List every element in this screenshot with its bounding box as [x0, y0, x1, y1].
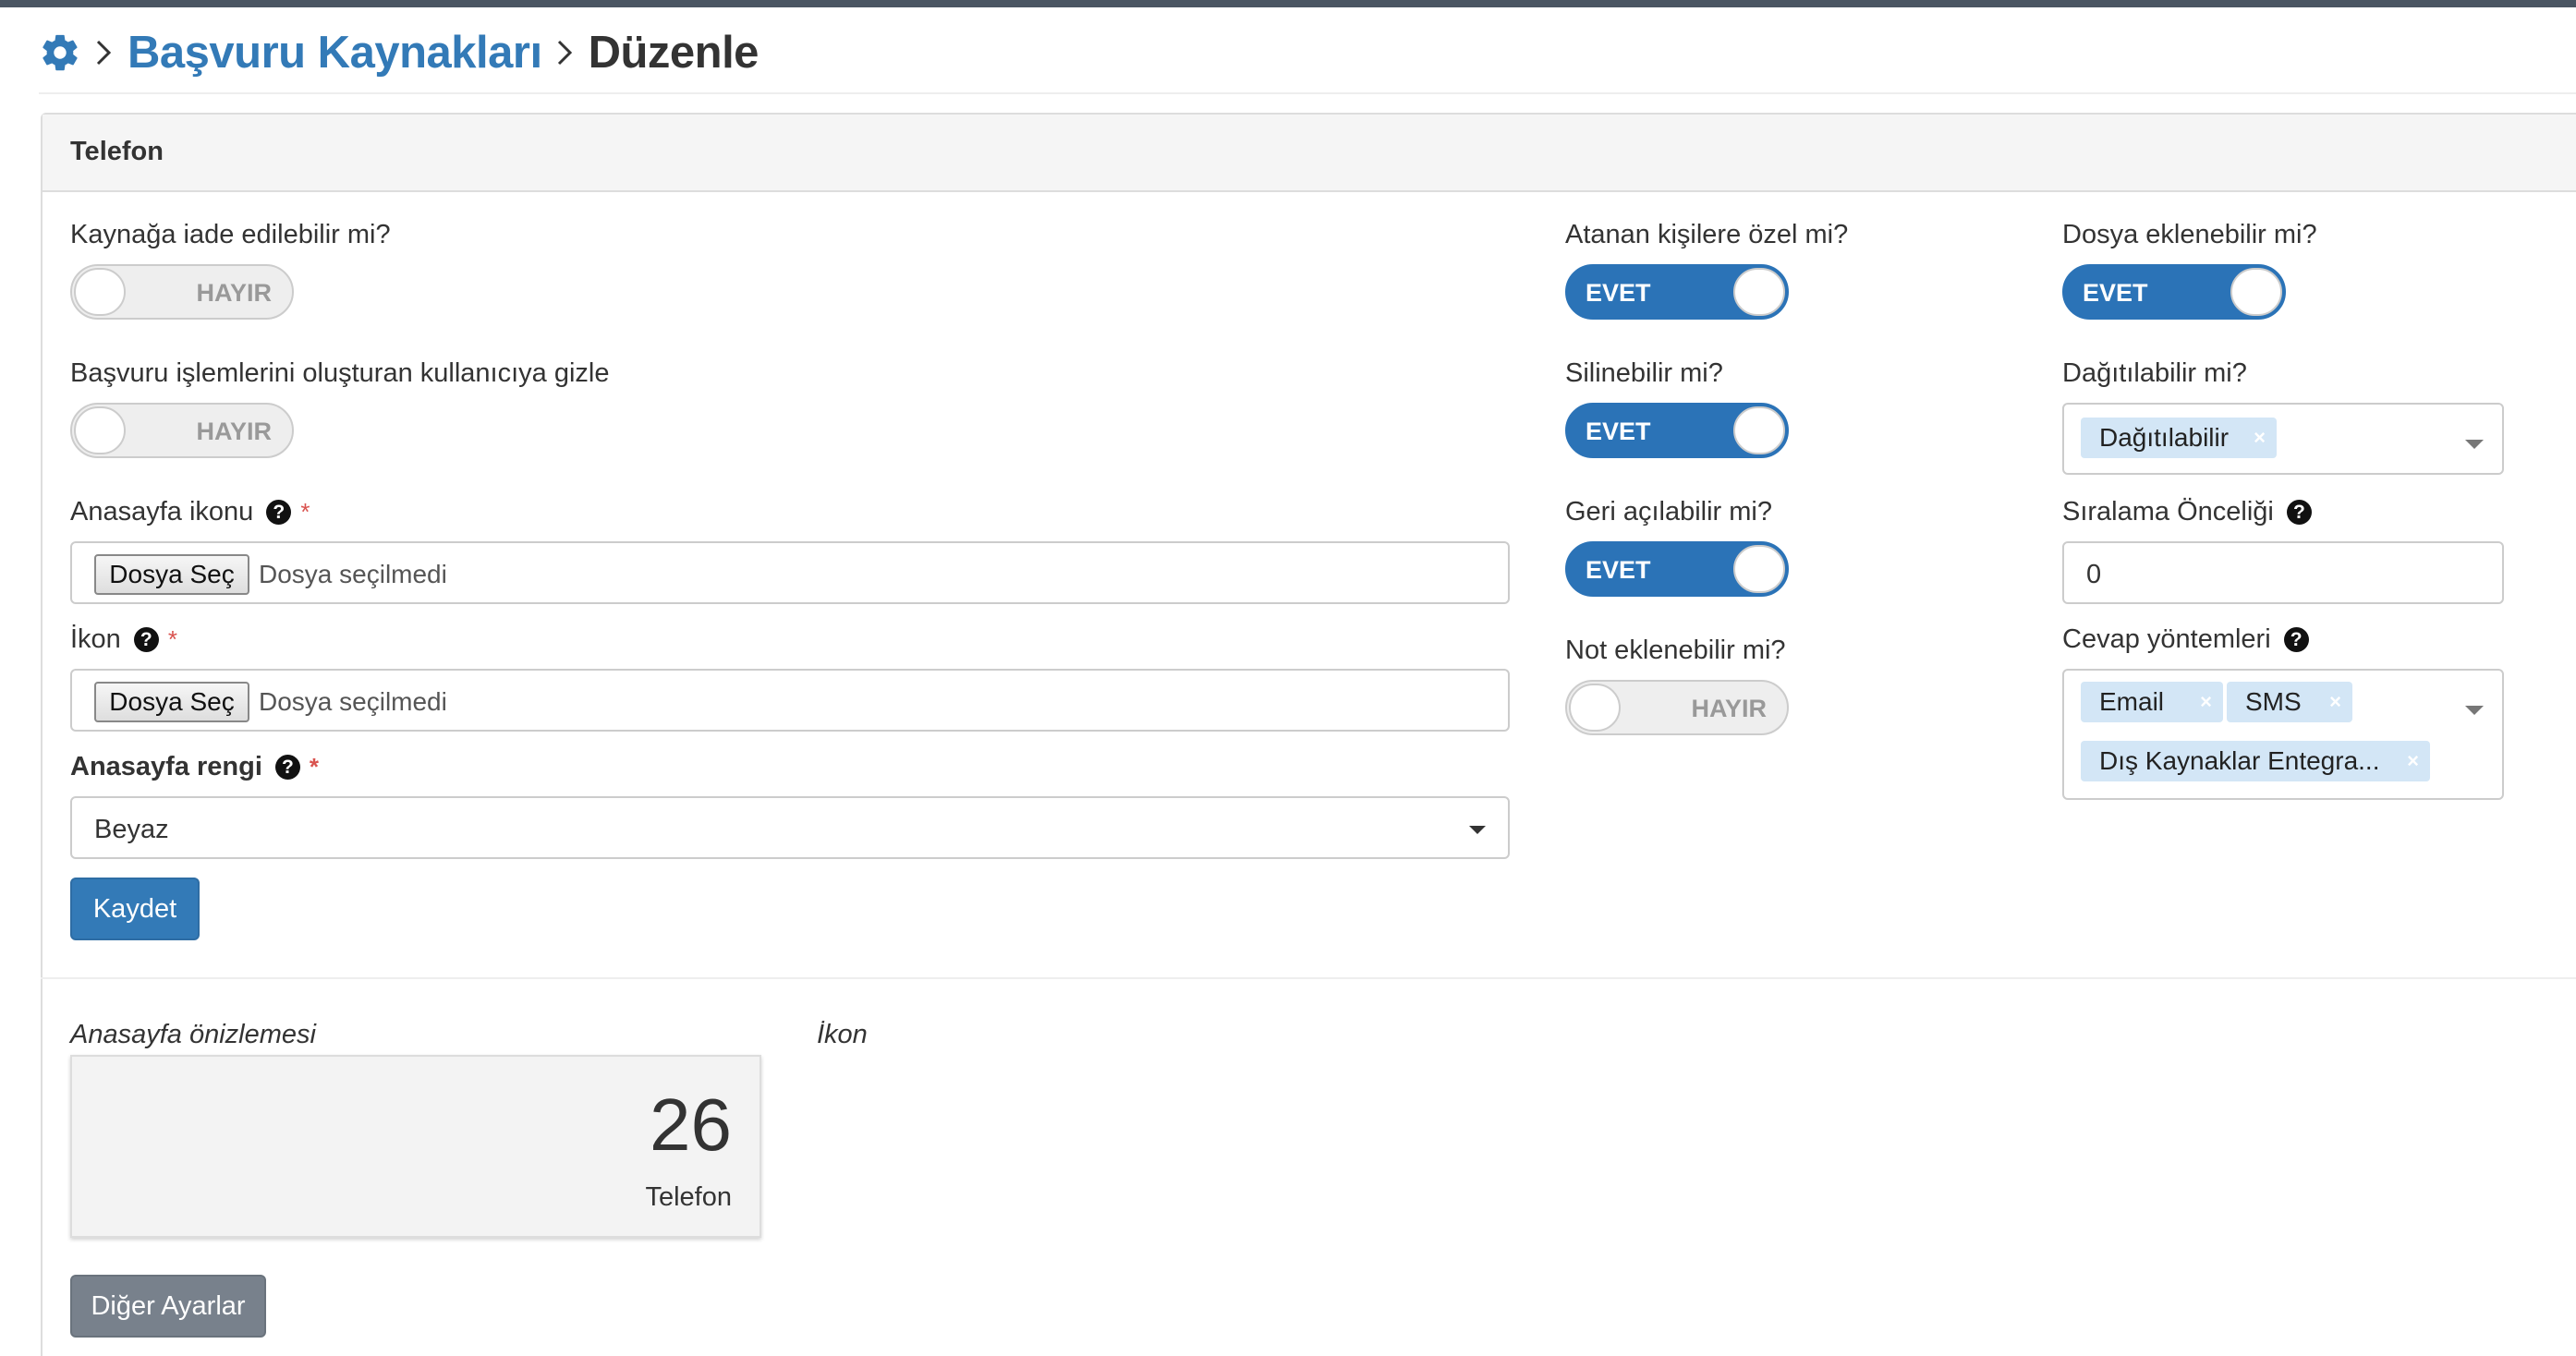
- assigned-only-switch[interactable]: EVET: [1565, 264, 1789, 320]
- switch-state: EVET: [2083, 279, 2148, 307]
- required-mark: *: [167, 625, 177, 653]
- help-icon[interactable]: ?: [274, 755, 300, 780]
- breadcrumb-current: Düzenle: [588, 28, 759, 78]
- reply-methods-label-text: Cevap yöntemleri: [2062, 624, 2271, 654]
- switch-state: HAYIR: [1691, 695, 1767, 722]
- help-icon[interactable]: ?: [2286, 500, 2312, 525]
- distributable-label: Dağıtılabilir mi?: [2062, 358, 2247, 388]
- icon-file-input[interactable]: Dosya Seç Dosya seçilmedi: [70, 669, 1510, 732]
- caret-down-icon: [2465, 706, 2484, 715]
- attachable-label: Dosya eklenebilir mi?: [2062, 220, 2317, 249]
- home-icon-file-input[interactable]: Dosya Seç Dosya seçilmedi: [70, 541, 1510, 604]
- reply-method-tag: Dış Kaynaklar Entegra... ×: [2081, 741, 2430, 781]
- icon-preview-label: İkon: [817, 1020, 868, 1049]
- switch-state: EVET: [1586, 279, 1651, 307]
- caret-down-icon: [2465, 440, 2484, 449]
- switch-knob: [74, 268, 126, 316]
- chevron-right-icon: [96, 40, 112, 66]
- switch-state: EVET: [1586, 556, 1651, 584]
- switch-knob: [1733, 545, 1785, 593]
- preview-name: Telefon: [645, 1182, 732, 1212]
- hide-from-creator-label: Başvuru işlemlerini oluşturan kullanıcıy…: [70, 358, 610, 388]
- icon-label-text: İkon: [70, 624, 121, 654]
- help-icon[interactable]: ?: [133, 627, 159, 652]
- save-button[interactable]: Kaydet: [70, 878, 200, 940]
- file-status: Dosya seçilmedi: [259, 687, 447, 716]
- tag-label: Dağıtılabilir: [2099, 423, 2230, 452]
- home-icon-label-text: Anasayfa ikonu: [70, 497, 254, 527]
- returnable-label: Kaynağa iade edilebilir mi?: [70, 220, 391, 249]
- panel-heading: Telefon: [43, 115, 2576, 192]
- returnable-switch[interactable]: HAYIR: [70, 264, 294, 320]
- gear-icon[interactable]: [39, 31, 81, 74]
- help-icon[interactable]: ?: [266, 500, 292, 525]
- remove-tag-icon[interactable]: ×: [2407, 741, 2419, 781]
- switch-knob: [74, 406, 126, 454]
- chevron-right-icon: [557, 40, 572, 66]
- home-color-value: Beyaz: [94, 815, 169, 844]
- reply-method-tag: Email ×: [2081, 682, 2223, 722]
- breadcrumb: Başvuru Kaynakları Düzenle: [39, 24, 759, 81]
- home-icon-label: Anasayfa ikonu ? *: [70, 497, 310, 527]
- attachable-switch[interactable]: EVET: [2062, 264, 2286, 320]
- reopenable-switch[interactable]: EVET: [1565, 541, 1789, 597]
- home-color-label-text: Anasayfa rengi: [70, 752, 262, 781]
- section-divider: [41, 977, 2576, 979]
- tag-label: Email: [2099, 687, 2165, 716]
- preview-count: 26: [650, 1084, 732, 1166]
- sort-priority-input[interactable]: 0: [2062, 541, 2504, 604]
- help-icon[interactable]: ?: [2283, 627, 2309, 652]
- top-bar: [0, 0, 2576, 7]
- switch-knob: [2230, 268, 2282, 316]
- switch-knob: [1733, 406, 1785, 454]
- tag-label: Dış Kaynaklar Entegra...: [2099, 746, 2380, 775]
- other-settings-button[interactable]: Diğer Ayarlar: [70, 1275, 266, 1338]
- switch-state: HAYIR: [196, 279, 272, 307]
- switch-knob: [1733, 268, 1785, 316]
- assigned-only-label: Atanan kişilere özel mi?: [1565, 220, 1849, 249]
- home-preview-tile: 26 Telefon: [70, 1055, 761, 1238]
- deletable-label: Silinebilir mi?: [1565, 358, 1723, 388]
- choose-file-button[interactable]: Dosya Seç: [94, 682, 249, 722]
- sort-priority-value: 0: [2086, 560, 2102, 589]
- remove-tag-icon[interactable]: ×: [2254, 418, 2266, 458]
- breadcrumb-link[interactable]: Başvuru Kaynakları: [128, 27, 542, 79]
- reply-method-tag: SMS ×: [2227, 682, 2352, 722]
- required-mark: *: [300, 498, 310, 526]
- reopenable-label: Geri açılabilir mi?: [1565, 497, 1772, 527]
- hide-from-creator-switch[interactable]: HAYIR: [70, 403, 294, 458]
- caret-down-icon: [1469, 826, 1486, 834]
- home-color-select[interactable]: Beyaz: [70, 796, 1510, 859]
- switch-state: EVET: [1586, 418, 1651, 445]
- switch-knob: [1569, 684, 1621, 732]
- breadcrumb-divider: [39, 92, 2576, 94]
- remove-tag-icon[interactable]: ×: [2329, 682, 2341, 722]
- home-color-label: Anasayfa rengi ? *: [70, 752, 319, 782]
- sort-priority-label-text: Sıralama Önceliği: [2062, 497, 2274, 527]
- tag-label: SMS: [2245, 687, 2302, 716]
- note-addable-switch[interactable]: HAYIR: [1565, 680, 1789, 735]
- panel-title: Telefon: [70, 137, 164, 166]
- note-addable-label: Not eklenebilir mi?: [1565, 636, 1786, 665]
- required-mark: *: [309, 753, 320, 781]
- choose-file-button[interactable]: Dosya Seç: [94, 554, 249, 595]
- home-preview-label: Anasayfa önizlemesi: [70, 1020, 316, 1049]
- file-status: Dosya seçilmedi: [259, 560, 447, 588]
- distributable-tag: Dağıtılabilir ×: [2081, 418, 2277, 458]
- distributable-select[interactable]: Dağıtılabilir ×: [2062, 403, 2504, 475]
- sort-priority-label: Sıralama Önceliği ?: [2062, 497, 2312, 527]
- remove-tag-icon[interactable]: ×: [2200, 682, 2212, 722]
- icon-label: İkon ? *: [70, 624, 177, 655]
- deletable-switch[interactable]: EVET: [1565, 403, 1789, 458]
- reply-methods-select[interactable]: Email × SMS × Dış Kaynaklar Entegra... ×: [2062, 669, 2504, 800]
- reply-methods-label: Cevap yöntemleri ?: [2062, 624, 2309, 655]
- switch-state: HAYIR: [196, 418, 272, 445]
